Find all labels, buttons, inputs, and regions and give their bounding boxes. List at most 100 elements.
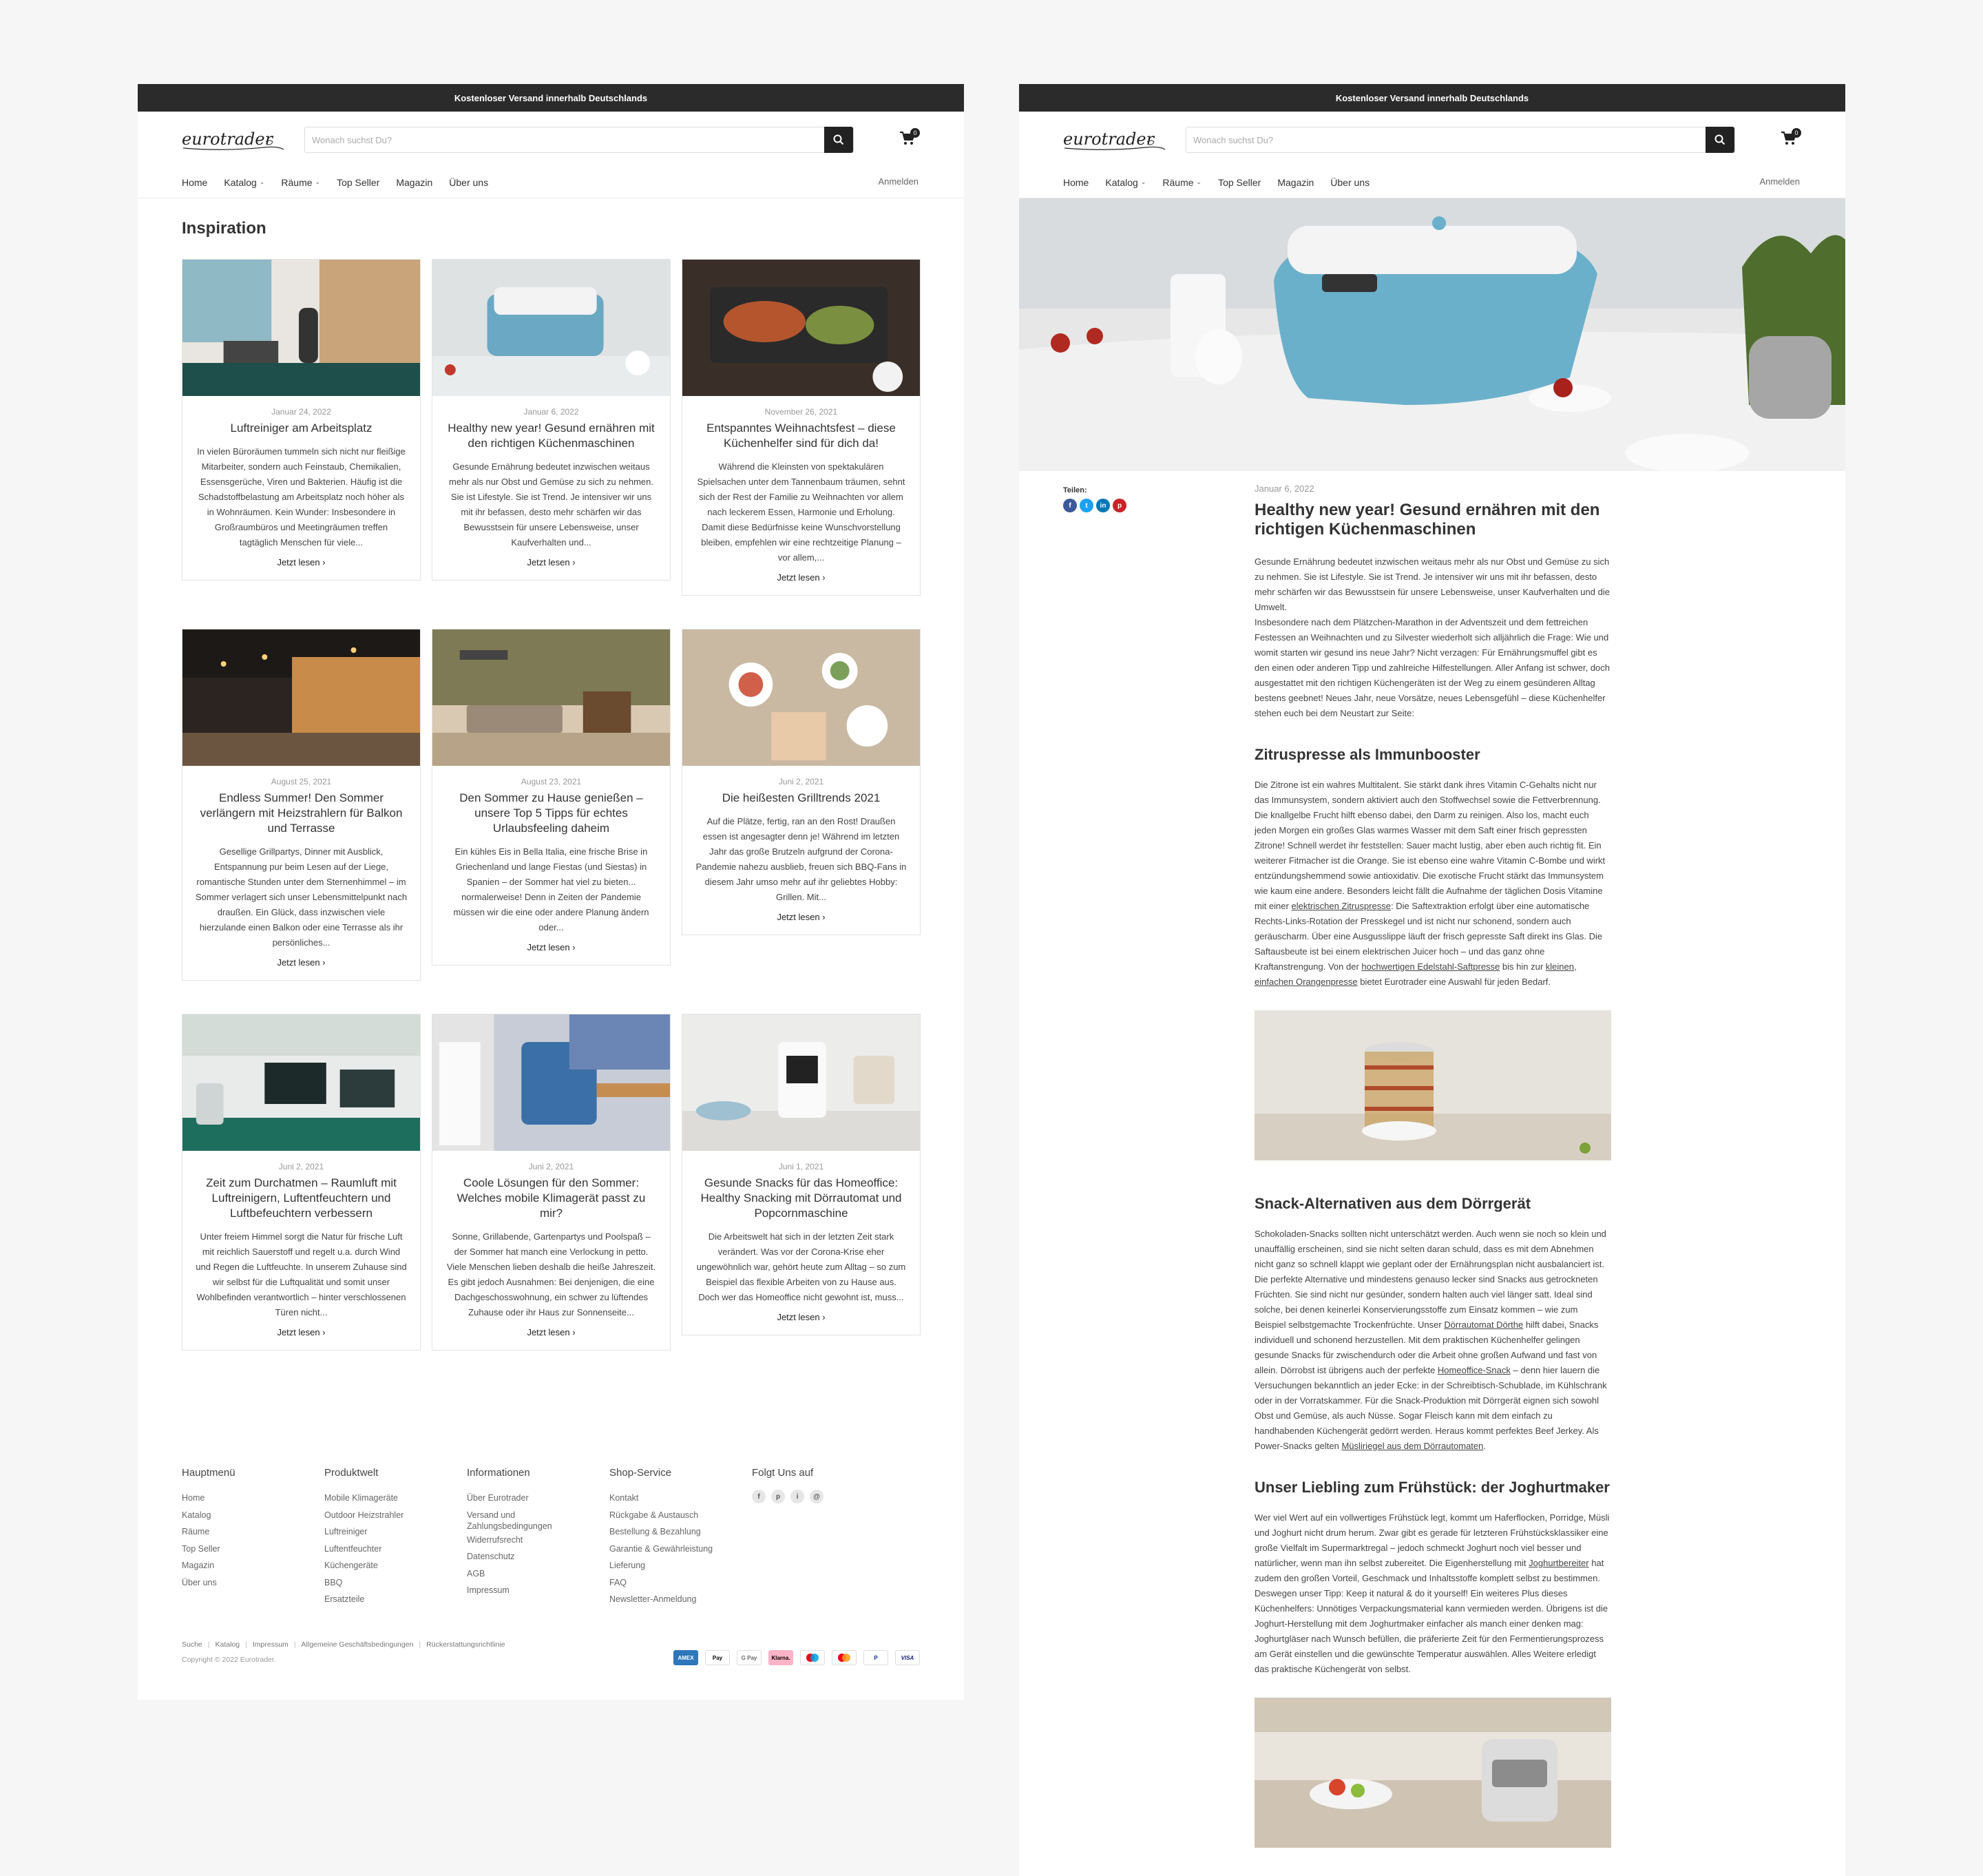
article-card[interactable]: Juni 2, 2021 Zeit zum Durchatmen – Rauml…	[182, 1014, 421, 1351]
product-link[interactable]: Joghurtbereiter	[1529, 1558, 1588, 1568]
footer-link[interactable]: Räume	[182, 1523, 235, 1541]
footer-link[interactable]: Versand und	[467, 1510, 552, 1521]
pinterest-icon[interactable]: p	[771, 1490, 785, 1503]
read-more-link[interactable]: Jetzt lesen ›	[527, 557, 575, 567]
footer-link[interactable]: Rückgabe & Austausch	[609, 1507, 713, 1524]
nav-item-magazin[interactable]: Magazin	[1277, 177, 1314, 188]
login-link[interactable]: Anmelden	[878, 176, 919, 187]
footer-link[interactable]: Luftreiniger	[324, 1523, 403, 1541]
pinterest-share-icon[interactable]: p	[1113, 499, 1126, 512]
article-title[interactable]: Den Sommer zu Hause genießen – unsere To…	[445, 791, 658, 836]
article-card[interactable]: November 26, 2021 Entspanntes Weihnachts…	[682, 259, 921, 596]
nav-item-magazin[interactable]: Magazin	[396, 177, 432, 188]
footer-link[interactable]: Katalog	[182, 1507, 235, 1524]
footer-link[interactable]: Widerrufsrecht	[467, 1532, 552, 1549]
article-title[interactable]: Endless Summer! Den Sommer verlängern mi…	[195, 791, 408, 836]
article-title[interactable]: Luftreiniger am Arbeitsplatz	[195, 421, 408, 436]
read-more-link[interactable]: Jetzt lesen ›	[277, 1327, 325, 1337]
nav-item-raeume[interactable]: Räume ⌄	[281, 177, 320, 188]
cart-button[interactable]: 0	[899, 128, 920, 152]
email-icon[interactable]: @	[810, 1490, 823, 1503]
article-card[interactable]: August 23, 2021 Den Sommer zu Hause geni…	[432, 629, 671, 966]
legal-link[interactable]: Allgemeine Geschäftsbedingungen	[302, 1640, 414, 1649]
nav-item-ueber-uns[interactable]: Über uns	[1330, 177, 1370, 188]
footer-column-produktwelt: Produktwelt Mobile Klimageräte Outdoor H…	[324, 1467, 403, 1608]
nav-item-top-seller[interactable]: Top Seller	[1218, 177, 1261, 188]
nav-item-katalog[interactable]: Katalog ⌄	[1105, 177, 1146, 188]
masthead: eurotrader 0	[1019, 112, 1845, 167]
product-link[interactable]: Homeoffice-Snack	[1438, 1365, 1511, 1375]
search-button[interactable]	[1706, 127, 1734, 153]
nav-item-ueber-uns[interactable]: Über uns	[449, 177, 488, 188]
article-card[interactable]: Juni 2, 2021 Die heißesten Grilltrends 2…	[682, 629, 921, 935]
instagram-icon[interactable]: i	[790, 1490, 804, 1503]
logo[interactable]: eurotrader	[1063, 127, 1166, 154]
footer-link[interactable]: AGB	[467, 1565, 552, 1583]
footer-column-informationen: Informationen Über Eurotrader Versand un…	[467, 1467, 552, 1599]
footer-link[interactable]: Datenschutz	[467, 1548, 552, 1565]
read-more-link[interactable]: Jetzt lesen ›	[277, 557, 325, 567]
linkedin-share-icon[interactable]: in	[1096, 499, 1110, 512]
footer-link[interactable]: Magazin	[182, 1557, 235, 1574]
footer-link[interactable]: Top Seller	[182, 1541, 235, 1558]
read-more-link[interactable]: Jetzt lesen ›	[777, 1312, 825, 1322]
twitter-share-icon[interactable]: t	[1080, 499, 1093, 512]
footer-link[interactable]: Zahlungsbedingungen	[467, 1521, 552, 1532]
product-link[interactable]: Dörrautomat Dörthe	[1444, 1320, 1523, 1330]
article-title[interactable]: Die heißesten Grilltrends 2021	[695, 791, 907, 806]
search-input[interactable]	[305, 127, 826, 152]
article-title[interactable]: Entspanntes Weihnachtsfest – diese Küche…	[695, 421, 907, 451]
cart-button[interactable]: 0	[1781, 128, 1801, 152]
article-card[interactable]: August 25, 2021 Endless Summer! Den Somm…	[182, 629, 421, 981]
footer-link[interactable]: Newsletter-Anmeldung	[609, 1591, 713, 1608]
footer-link[interactable]: Luftentfeuchter	[324, 1541, 403, 1558]
footer-link[interactable]: FAQ	[609, 1574, 713, 1592]
article-card[interactable]: Januar 24, 2022 Luftreiniger am Arbeitsp…	[182, 259, 421, 581]
share-section: Teilen: f t in p	[1063, 486, 1126, 512]
footer-link[interactable]: Ersatzteile	[324, 1591, 403, 1608]
nav-item-katalog[interactable]: Katalog ⌄	[224, 177, 264, 188]
product-link[interactable]: Müsliriegel aus dem Dörrautomaten	[1341, 1441, 1483, 1451]
footer-link[interactable]: Lieferung	[609, 1557, 713, 1574]
nav-item-raeume[interactable]: Räume ⌄	[1162, 177, 1202, 188]
article-title[interactable]: Healthy new year! Gesund ernähren mit de…	[445, 421, 658, 451]
footer-link[interactable]: Kontakt	[609, 1490, 713, 1507]
footer-link[interactable]: Outdoor Heizstrahler	[324, 1507, 403, 1524]
read-more-link[interactable]: Jetzt lesen ›	[527, 1327, 575, 1337]
read-more-link[interactable]: Jetzt lesen ›	[527, 942, 575, 952]
legal-link[interactable]: Katalog	[216, 1640, 240, 1649]
nav-item-home[interactable]: Home	[182, 177, 207, 188]
read-more-link[interactable]: Jetzt lesen ›	[777, 572, 825, 583]
nav-item-home[interactable]: Home	[1063, 177, 1089, 188]
footer-link[interactable]: BBQ	[324, 1574, 403, 1592]
search-button[interactable]	[824, 127, 853, 153]
search-input[interactable]	[1186, 127, 1707, 152]
nav-item-top-seller[interactable]: Top Seller	[337, 177, 379, 188]
facebook-share-icon[interactable]: f	[1063, 499, 1077, 512]
article-body: Januar 6, 2022 Healthy new year! Gesund …	[1255, 483, 1611, 1848]
footer-link[interactable]: Küchengeräte	[324, 1557, 403, 1574]
legal-link[interactable]: Suche	[182, 1640, 202, 1649]
footer-link[interactable]: Bestellung & Bezahlung	[609, 1523, 713, 1541]
facebook-icon[interactable]: f	[752, 1490, 766, 1503]
article-title[interactable]: Coole Lösungen für den Sommer: Welches m…	[445, 1176, 658, 1221]
article-title[interactable]: Zeit zum Durchatmen – Raumluft mit Luftr…	[195, 1176, 408, 1221]
logo[interactable]: eurotrader	[182, 127, 285, 154]
legal-link[interactable]: Impressum	[253, 1640, 288, 1649]
product-link[interactable]: elektrischen Zitruspresse	[1291, 901, 1391, 911]
footer-link[interactable]: Garantie & Gewährleistung	[609, 1541, 713, 1558]
read-more-link[interactable]: Jetzt lesen ›	[777, 912, 825, 922]
footer-link[interactable]: Mobile Klimageräte	[324, 1490, 403, 1507]
footer-link[interactable]: Über Eurotrader	[467, 1490, 552, 1507]
footer-link[interactable]: Über uns	[182, 1574, 235, 1592]
footer-link[interactable]: Home	[182, 1490, 235, 1507]
legal-link[interactable]: Rückerstattungsrichtlinie	[426, 1640, 505, 1649]
article-card[interactable]: Juni 1, 2021 Gesunde Snacks für das Home…	[682, 1014, 921, 1335]
product-link[interactable]: hochwertigen Edelstahl-Saftpresse	[1361, 961, 1500, 972]
article-card[interactable]: Juni 2, 2021 Coole Lösungen für den Somm…	[432, 1014, 671, 1351]
footer-link[interactable]: Impressum	[467, 1582, 552, 1599]
read-more-link[interactable]: Jetzt lesen ›	[277, 957, 325, 968]
login-link[interactable]: Anmelden	[1759, 176, 1800, 187]
article-card[interactable]: Januar 6, 2022 Healthy new year! Gesund …	[432, 259, 671, 581]
article-title[interactable]: Gesunde Snacks für das Homeoffice: Healt…	[695, 1176, 907, 1221]
